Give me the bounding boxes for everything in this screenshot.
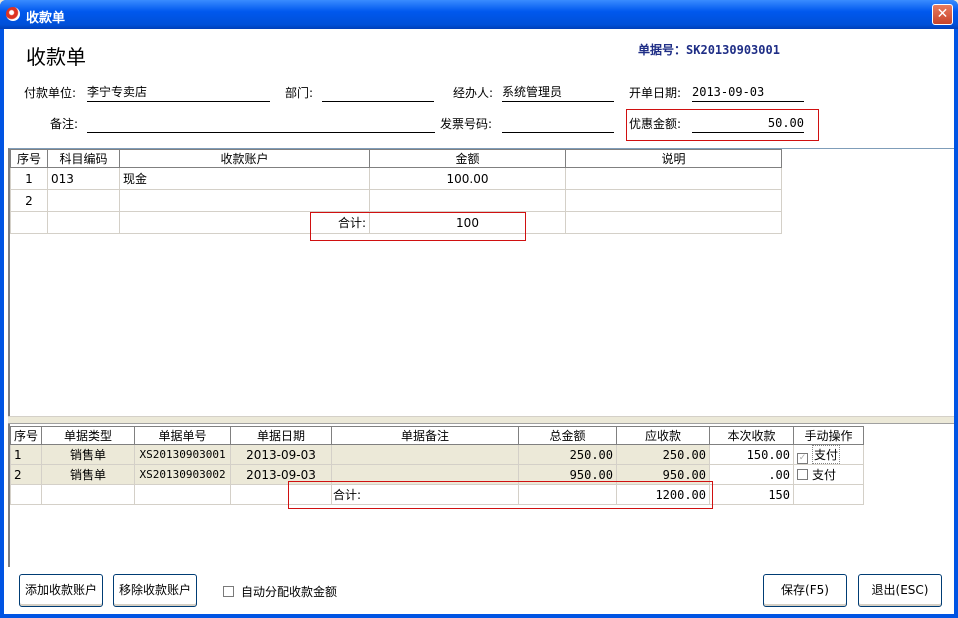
dept-field[interactable]	[322, 84, 434, 102]
col-manual[interactable]: 手动操作	[793, 426, 865, 445]
accounts-total-highlight	[310, 212, 526, 241]
col-code[interactable]: 科目编码	[47, 149, 120, 168]
total-empty	[565, 211, 782, 234]
col-total[interactable]: 总金额	[518, 426, 618, 445]
accounts-header-row: 序号 科目编码 收款账户 金额 说明	[10, 149, 782, 168]
cell-code[interactable]: 013	[47, 167, 120, 190]
remove-account-button[interactable]: 移除收款账户	[113, 574, 197, 607]
cell-no[interactable]: 2	[9, 464, 43, 485]
window: 收款单 ✕ 收款单 单据号：SK20130903001 付款单位: 李宁专卖店 …	[0, 0, 958, 618]
date-field[interactable]: 2013-09-03	[692, 84, 804, 102]
accounts-grid: 序号 科目编码 收款账户 金额 说明 1 013 现金 100.00 2 合计:…	[8, 148, 954, 416]
cell-bill-no[interactable]: XS20130903001	[134, 444, 232, 465]
cell-amount[interactable]: 100.00	[369, 167, 566, 190]
cell-type[interactable]: 销售单	[41, 464, 136, 485]
col-amount[interactable]: 金额	[369, 149, 566, 168]
handler-label: 经办人:	[453, 86, 494, 100]
col-no[interactable]: 序号	[9, 426, 43, 445]
total-empty	[47, 211, 120, 234]
cell-this-time[interactable]: .00	[709, 464, 795, 485]
cell-amount[interactable]	[369, 189, 566, 212]
pay-label: 支付	[812, 445, 841, 464]
cell-manual[interactable]: ✓ 支付	[793, 444, 865, 465]
app-icon	[6, 7, 20, 21]
cell-date[interactable]: 2013-09-03	[230, 444, 333, 465]
add-account-button[interactable]: 添加收款账户	[19, 574, 103, 607]
doc-number: 单据号：SK20130903001	[638, 41, 780, 58]
bills-header-row: 序号 单据类型 单据单号 单据日期 单据备注 总金额 应收款 本次收款 手动操作	[9, 426, 865, 445]
title-bar[interactable]: 收款单 ✕	[0, 0, 958, 29]
table-row[interactable]: 2	[10, 189, 782, 212]
col-no[interactable]: 序号	[10, 149, 48, 168]
discount-label: 优惠金额:	[629, 117, 682, 131]
col-receivable[interactable]: 应收款	[616, 426, 711, 445]
invoice-field[interactable]	[502, 115, 614, 133]
cell-note[interactable]	[565, 167, 782, 190]
doc-number-label: 单据号：	[638, 43, 687, 57]
cell-code[interactable]	[47, 189, 120, 212]
cell-remark[interactable]	[331, 444, 520, 465]
remark-label: 备注:	[50, 117, 79, 131]
col-date[interactable]: 单据日期	[230, 426, 333, 445]
table-row[interactable]: 1 销售单 XS20130903001 2013-09-03 250.00 25…	[9, 444, 865, 465]
doc-number-value: SK20130903001	[686, 43, 780, 57]
col-this-time[interactable]: 本次收款	[709, 426, 795, 445]
dept-label: 部门:	[285, 86, 314, 100]
col-account[interactable]: 收款账户	[119, 149, 370, 168]
total-empty	[9, 484, 43, 505]
payer-field[interactable]: 李宁专卖店	[87, 84, 270, 102]
save-button[interactable]: 保存(F5)	[763, 574, 847, 607]
pay-checkbox[interactable]	[797, 469, 809, 480]
col-remark[interactable]: 单据备注	[331, 426, 520, 445]
exit-button[interactable]: 退出(ESC)	[858, 574, 942, 607]
remark-field[interactable]	[87, 115, 435, 133]
cell-type[interactable]: 销售单	[41, 444, 136, 465]
col-type[interactable]: 单据类型	[41, 426, 136, 445]
cell-no[interactable]: 1	[10, 167, 48, 190]
total-empty	[134, 484, 232, 505]
cell-account[interactable]: 现金	[119, 167, 370, 190]
cell-bill-no[interactable]: XS20130903002	[134, 464, 232, 485]
total-empty	[793, 484, 865, 505]
auto-allocate-checkbox[interactable]: 自动分配收款金额	[223, 583, 337, 600]
cell-no[interactable]: 1	[9, 444, 43, 465]
splitter[interactable]	[8, 416, 954, 424]
cell-no[interactable]: 2	[10, 189, 48, 212]
invoice-label: 发票号码:	[440, 117, 493, 131]
close-button[interactable]: ✕	[932, 4, 953, 25]
cell-total[interactable]: 250.00	[518, 444, 618, 465]
date-label: 开单日期:	[629, 86, 682, 100]
total-empty	[10, 211, 48, 234]
table-row[interactable]: 1 013 现金 100.00	[10, 167, 782, 190]
pay-label: 支付	[812, 468, 837, 482]
col-bill-no[interactable]: 单据单号	[134, 426, 232, 445]
cell-account[interactable]	[119, 189, 370, 212]
bills-total-this-time: 150	[709, 484, 795, 505]
auto-allocate-label: 自动分配收款金额	[241, 585, 338, 599]
cell-receivable[interactable]: 250.00	[616, 444, 711, 465]
cell-note[interactable]	[565, 189, 782, 212]
payer-label: 付款单位:	[24, 86, 77, 100]
bills-total-highlight	[288, 481, 713, 509]
auto-allocate-box[interactable]	[223, 586, 234, 597]
cell-this-time[interactable]: 150.00	[709, 444, 795, 465]
discount-field[interactable]: 50.00	[692, 115, 804, 133]
form-title: 收款单	[26, 45, 86, 69]
window-title: 收款单	[26, 11, 66, 26]
total-empty	[41, 484, 136, 505]
cell-manual[interactable]: 支付	[793, 464, 865, 485]
pay-checkbox-checked[interactable]: ✓	[797, 453, 809, 464]
col-note[interactable]: 说明	[565, 149, 782, 168]
handler-field[interactable]: 系统管理员	[502, 84, 614, 102]
client-area: 收款单 单据号：SK20130903001 付款单位: 李宁专卖店 部门: 经办…	[4, 29, 954, 614]
